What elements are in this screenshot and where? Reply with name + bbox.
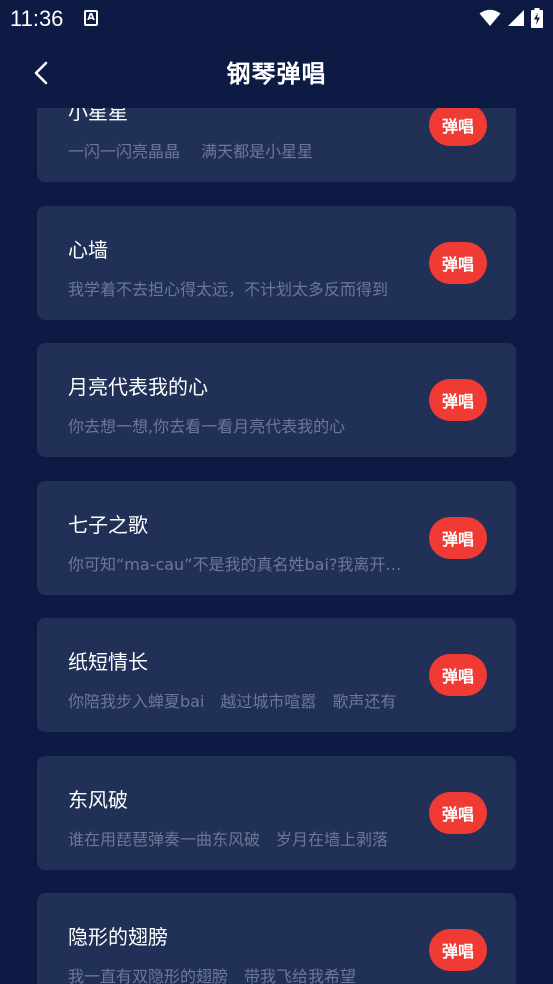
song-lyric: 你去想一想,你去看一看月亮代表我的心 xyxy=(68,417,346,436)
song-list: 小星星 一闪一闪亮晶晶 满天都是小星星 弹唱 心墙 我学着不去担心得太远，不计划… xyxy=(0,108,553,984)
sing-button[interactable]: 弹唱 xyxy=(429,516,487,559)
song-title: 月亮代表我的心 xyxy=(68,375,208,399)
sing-button[interactable]: 弹唱 xyxy=(429,929,487,971)
song-lyric: 我学着不去担心得太远，不计划太多反而得到 xyxy=(68,279,389,299)
song-lyric: 一闪一闪亮晶晶 满天都是小星星 xyxy=(68,142,314,161)
song-card[interactable]: 七子之歌 你可知“ma-cau”不是我的真名姓bai?我离开你太久了 弹唱 xyxy=(37,480,516,595)
wifi-icon xyxy=(479,9,501,26)
song-title: 七子之歌 xyxy=(68,512,148,537)
song-card[interactable]: 纸短情长 你陪我步入蝉夏bai 越过城市喧嚣 歌声还有 弹唱 xyxy=(37,618,516,732)
page-title: 钢琴弹唱 xyxy=(226,60,327,88)
signal-icon xyxy=(508,10,524,26)
song-lyric: 谁在用琵琶弹奏一曲东风破 岁月在墙上剥落 xyxy=(68,829,389,849)
sing-button[interactable]: 弹唱 xyxy=(429,791,487,834)
sing-button[interactable]: 弹唱 xyxy=(429,654,487,696)
song-list-viewport[interactable]: 小星星 一闪一闪亮晶晶 满天都是小星星 弹唱 心墙 我学着不去担心得太远，不计划… xyxy=(0,108,553,984)
notification-icon: A xyxy=(84,10,98,26)
song-lyric: 你陪我步入蝉夏bai 越过城市喧嚣 歌声还有 xyxy=(68,692,397,711)
battery-charging-icon xyxy=(531,8,543,28)
app-bar: 钢琴弹唱 xyxy=(0,38,553,108)
song-title: 隐形的翅膀 xyxy=(68,925,168,949)
song-title: 纸短情长 xyxy=(68,650,148,674)
song-title: 小星星 xyxy=(68,108,128,124)
status-bar: 11:36 A xyxy=(0,0,553,38)
song-title: 心墙 xyxy=(68,237,108,262)
song-card[interactable]: 东风破 谁在用琵琶弹奏一曲东风破 岁月在墙上剥落 弹唱 xyxy=(37,755,516,870)
song-card[interactable]: 隐形的翅膀 我一直有双隐形的翅膀 带我飞给我希望 弹唱 xyxy=(37,893,516,984)
song-lyric: 我一直有双隐形的翅膀 带我飞给我希望 xyxy=(68,967,357,984)
status-time: 11:36 xyxy=(10,6,64,31)
song-lyric: 你可知“ma-cau”不是我的真名姓bai?我离开你太久了 xyxy=(68,554,406,574)
song-card[interactable]: 月亮代表我的心 你去想一想,你去看一看月亮代表我的心 弹唱 xyxy=(37,343,516,457)
screen: 11:36 A 钢琴弹唱 小星星 一闪一闪亮晶晶 满天都是小星星 弹唱 心墙 我… xyxy=(0,0,553,984)
status-icons xyxy=(479,8,543,28)
song-card[interactable]: 小星星 一闪一闪亮晶晶 满天都是小星星 弹唱 xyxy=(37,108,516,182)
song-title: 东风破 xyxy=(68,787,128,812)
song-card[interactable]: 心墙 我学着不去担心得太远，不计划太多反而得到 弹唱 xyxy=(37,205,516,320)
sing-button[interactable]: 弹唱 xyxy=(429,241,487,284)
sing-button[interactable]: 弹唱 xyxy=(429,379,487,421)
sing-button[interactable]: 弹唱 xyxy=(429,108,487,146)
